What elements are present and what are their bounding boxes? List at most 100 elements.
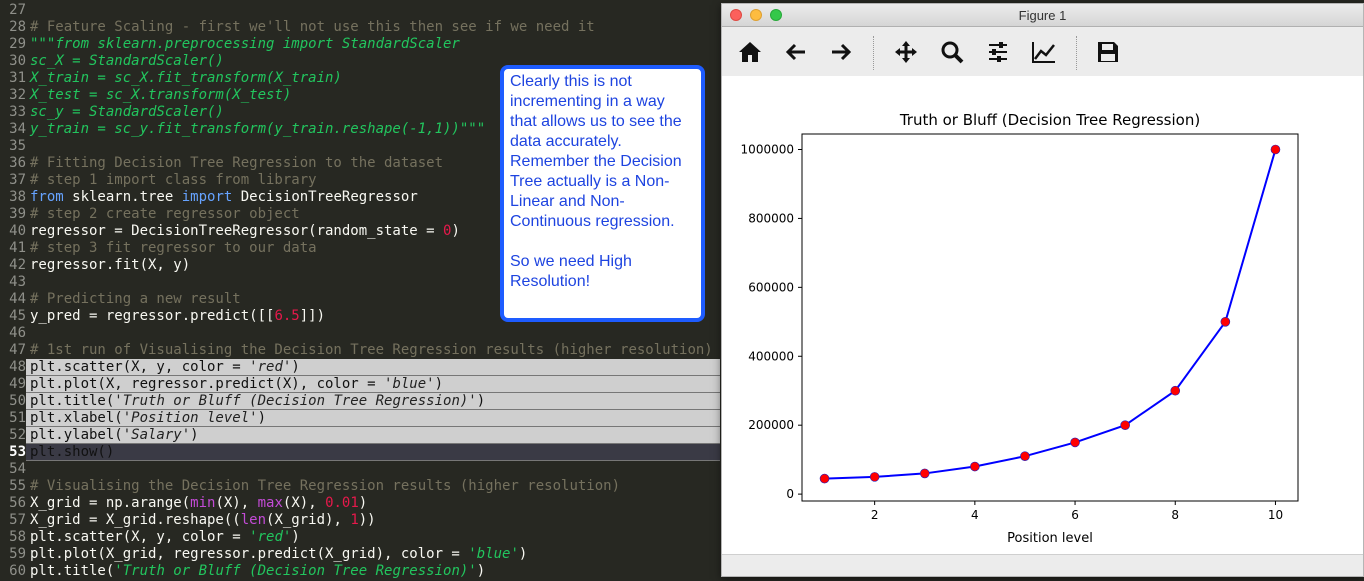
- code-line[interactable]: 46: [0, 325, 720, 342]
- line-number: 41: [9, 240, 26, 256]
- code-token: len: [240, 512, 267, 528]
- code-token: ): [358, 495, 368, 511]
- home-button[interactable]: [736, 38, 764, 66]
- line-number: 54: [9, 461, 26, 477]
- scatter-point: [1270, 144, 1281, 155]
- x-tick-label: 6: [1071, 508, 1079, 522]
- code-token: plt.plot(X_grid, regressor.predict(X_gri…: [30, 546, 469, 562]
- annotation-callout: Clearly this is not incrementing in a wa…: [500, 65, 705, 322]
- code-token: X_grid = np.arange(: [30, 495, 191, 511]
- figure-window[interactable]: Figure 1 Truth or Bluff (Decision Tree R…: [721, 3, 1364, 577]
- line-number: 39: [9, 206, 26, 222]
- code-line[interactable]: 60 plt.title('Truth or Bluff (Decision Tr…: [0, 563, 720, 580]
- code-line[interactable]: 28 # Feature Scaling - first we'll not us…: [0, 19, 720, 36]
- code-token: X_test = sc_X.transform(X_test): [30, 87, 292, 103]
- code-token: import: [181, 189, 233, 205]
- code-line[interactable]: 55 # Visualising the Decision Tree Regres…: [0, 478, 720, 495]
- code-token: # 1st run of Visualising the Decision Tr…: [30, 342, 713, 358]
- code-token: sc_X = StandardScaler(): [30, 53, 224, 69]
- callout-text-2: So we need High Resolution!: [510, 253, 632, 290]
- code-token: 6.5: [274, 308, 300, 324]
- edit-axis-icon: [1032, 42, 1055, 63]
- y-tick-label: 600000: [748, 280, 794, 294]
- code-token: 'blue': [384, 376, 435, 392]
- zoom-window-button[interactable]: [770, 9, 782, 21]
- close-window-button[interactable]: [730, 9, 742, 21]
- code-line[interactable]: 47 # 1st run of Visualising the Decision …: [0, 342, 720, 359]
- scatter-point: [919, 468, 930, 479]
- code-token: plt.show(): [30, 444, 115, 460]
- minimize-window-button[interactable]: [750, 9, 762, 21]
- code-line[interactable]: 57 X_grid = X_grid.reshape((len(X_grid), …: [0, 512, 720, 529]
- code-token: )): [358, 512, 376, 528]
- code-line[interactable]: 52 plt.ylabel('Salary'): [0, 427, 720, 444]
- zoom-icon: [941, 41, 964, 64]
- line-number: 47: [9, 342, 26, 358]
- code-token: 'Salary': [122, 427, 191, 443]
- toolbar-separator: [873, 36, 874, 70]
- configure-subplots-button[interactable]: [984, 38, 1012, 66]
- code-line[interactable]: 56 X_grid = np.arange(min(X), max(X), 0.0…: [0, 495, 720, 512]
- code-token: y_train = sc_y.fit_transform(y_train.res…: [30, 121, 486, 137]
- save-icon: [1098, 42, 1118, 62]
- line-number: 43: [9, 274, 26, 290]
- line-number: 27: [9, 2, 26, 18]
- code-line[interactable]: 50 plt.title('Truth or Bluff (Decision Tr…: [0, 393, 720, 410]
- code-line[interactable]: 48 plt.scatter(X, y, color = 'red'): [0, 359, 720, 376]
- code-token: ]]): [299, 308, 326, 324]
- plot-canvas[interactable]: Truth or Bluff (Decision Tree Regression…: [722, 76, 1363, 554]
- scatter-point: [1120, 420, 1130, 430]
- code-token: max: [257, 495, 283, 511]
- code-token: ): [476, 563, 486, 579]
- chart-title: Truth or Bluff (Decision Tree Regression…: [899, 111, 1200, 129]
- line-number: 29: [9, 36, 26, 52]
- code-token: ): [476, 393, 486, 409]
- line-number: 45: [9, 308, 26, 324]
- save-button[interactable]: [1094, 38, 1122, 66]
- zoom-button[interactable]: [938, 38, 966, 66]
- code-line[interactable]: 54: [0, 461, 720, 478]
- code-line[interactable]: 49 plt.plot(X, regressor.predict(X), colo…: [0, 376, 720, 393]
- line-number: 30: [9, 53, 26, 69]
- code-token: (X),: [282, 495, 326, 511]
- x-tick-label: 10: [1268, 508, 1283, 522]
- code-line[interactable]: 27: [0, 2, 720, 19]
- code-line[interactable]: 29 """from sklearn.preprocessing import S…: [0, 36, 720, 53]
- code-token: (X_grid),: [266, 512, 351, 528]
- y-tick-label: 0: [786, 487, 794, 501]
- code-token: # step 2 create regressor object: [30, 206, 300, 222]
- y-tick-label: 200000: [748, 418, 794, 432]
- y-tick-label: 1000000: [741, 143, 794, 157]
- edit-axis-button[interactable]: [1030, 38, 1058, 66]
- code-line[interactable]: 58 plt.scatter(X, y, color = 'red'): [0, 529, 720, 546]
- code-token: plt.title(: [30, 563, 115, 579]
- forward-button[interactable]: [827, 38, 855, 66]
- code-token: sc_y = StandardScaler(): [30, 104, 224, 120]
- configure-subplots-icon: [989, 42, 1007, 62]
- line-number: 35: [9, 138, 26, 154]
- scatter-point: [1020, 451, 1030, 462]
- line-number: 34: [9, 121, 26, 137]
- code-token: # Visualising the Decision Tree Regressi…: [30, 478, 621, 494]
- code-token: sklearn.tree: [63, 189, 182, 205]
- callout-text: Clearly this is not incrementing in a wa…: [510, 73, 682, 230]
- code-token: ): [291, 529, 300, 545]
- scatter-point: [1220, 317, 1231, 327]
- code-token: X_grid = X_grid.reshape((: [30, 512, 241, 528]
- pan-button[interactable]: [892, 38, 920, 66]
- code-token: regressor = DecisionTreeRegressor(random…: [30, 223, 444, 239]
- line-number: 28: [9, 19, 26, 35]
- scatter-point: [1170, 385, 1181, 396]
- scatter-point: [819, 473, 830, 484]
- chart: Truth or Bluff (Decision Tree Regression…: [741, 111, 1299, 546]
- line-number: 42: [9, 257, 26, 273]
- line-number: 49: [0, 376, 26, 393]
- line-number: 57: [9, 512, 26, 528]
- code-line[interactable]: 53 plt.show(): [0, 444, 720, 461]
- window-titlebar[interactable]: Figure 1: [722, 4, 1363, 27]
- line-number: 37: [9, 172, 26, 188]
- back-button[interactable]: [782, 38, 810, 66]
- code-line[interactable]: 51 plt.xlabel('Position level'): [0, 410, 720, 427]
- code-line[interactable]: 59 plt.plot(X_grid, regressor.predict(X_g…: [0, 546, 720, 563]
- code-token: ): [291, 359, 300, 375]
